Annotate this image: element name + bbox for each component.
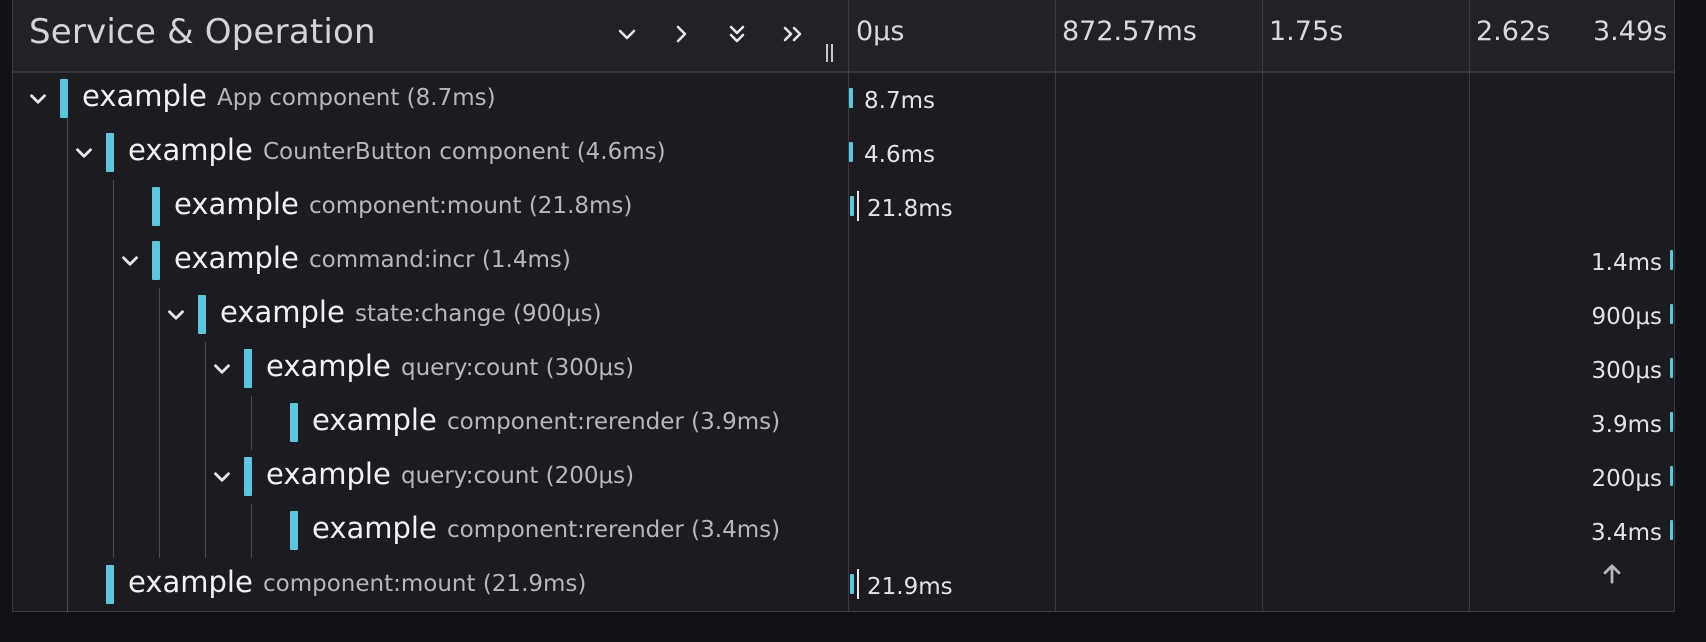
span-bar[interactable] — [1670, 466, 1673, 486]
span-duration: 4.6ms — [864, 142, 935, 168]
span-duration: 21.8ms — [867, 196, 953, 222]
span-duration: 8.7ms — [864, 88, 935, 114]
operation-name: component:rerender (3.9ms) — [447, 409, 781, 435]
trace-panel: Service & Operation 0μs 872.57ms 1.75s 2… — [12, 0, 1675, 612]
operation-name: query:count (200μs) — [401, 463, 635, 489]
operation-name: component:mount (21.9ms) — [263, 571, 587, 597]
double-chevron-right-icon — [783, 26, 802, 42]
service-name: example — [266, 457, 391, 491]
operation-name: App component (8.7ms) — [217, 85, 496, 111]
span-bar[interactable] — [849, 88, 853, 108]
span-row[interactable]: example query:count (200μs) 200μs — [13, 450, 1674, 504]
span-bar[interactable] — [1670, 520, 1673, 540]
tick-label-2: 1.75s — [1269, 16, 1344, 47]
service-name: example — [312, 403, 437, 437]
span-row[interactable]: example component:rerender (3.4ms) 3.4ms — [13, 504, 1674, 558]
span-duration: 300μs — [1591, 358, 1662, 384]
service-color-bar — [60, 79, 68, 118]
tick-label-4: 3.49s — [1593, 16, 1668, 47]
tick-label-1: 872.57ms — [1062, 16, 1197, 47]
span-bar[interactable] — [1670, 412, 1673, 432]
span-row[interactable]: example component:mount (21.8ms) 21.8ms — [13, 180, 1674, 234]
service-name: example — [128, 565, 253, 599]
service-name: example — [174, 187, 299, 221]
trace-header: Service & Operation 0μs 872.57ms 1.75s 2… — [13, 0, 1674, 73]
operation-name: query:count (300μs) — [401, 355, 635, 381]
expand-all-button[interactable] — [773, 14, 813, 54]
tick-label-0: 0μs — [856, 16, 905, 47]
column-resizer[interactable] — [826, 44, 836, 62]
service-color-bar — [198, 295, 206, 334]
span-duration: 1.4ms — [1591, 250, 1662, 276]
span-duration: 200μs — [1591, 466, 1662, 492]
span-bar[interactable] — [1670, 304, 1673, 324]
span-duration: 3.9ms — [1591, 412, 1662, 438]
span-row[interactable]: example component:rerender (3.9ms) 3.9ms — [13, 396, 1674, 450]
span-bar[interactable] — [850, 574, 854, 594]
span-duration: 3.4ms — [1591, 520, 1662, 546]
expand-one-button[interactable] — [661, 14, 701, 54]
chevron-down-icon[interactable] — [163, 302, 189, 328]
service-name: example — [220, 295, 345, 329]
service-name: example — [128, 133, 253, 167]
service-color-bar — [244, 349, 252, 388]
collapse-one-button[interactable] — [607, 14, 647, 54]
span-row[interactable]: example command:incr (1.4ms) 1.4ms — [13, 234, 1674, 288]
span-row[interactable]: example component:mount (21.9ms) 21.9ms — [13, 558, 1674, 612]
service-color-bar — [152, 241, 160, 280]
service-name: example — [266, 349, 391, 383]
chevron-down-icon[interactable] — [25, 86, 51, 112]
service-color-bar — [244, 457, 252, 496]
span-bar[interactable] — [850, 196, 854, 216]
operation-name: CounterButton component (4.6ms) — [263, 139, 666, 165]
operation-name: command:incr (1.4ms) — [309, 247, 571, 273]
span-duration: 900μs — [1591, 304, 1662, 330]
service-color-bar — [106, 133, 114, 172]
operation-name: component:rerender (3.4ms) — [447, 517, 781, 543]
span-row[interactable]: example App component (8.7ms) 8.7ms — [13, 72, 1674, 126]
span-bar[interactable] — [1670, 250, 1673, 270]
chevron-down-icon[interactable] — [209, 356, 235, 382]
span-bar[interactable] — [1670, 358, 1673, 378]
service-color-bar — [106, 565, 114, 604]
service-color-bar — [290, 511, 298, 550]
operation-name: state:change (900μs) — [355, 301, 602, 327]
arrow-up-icon[interactable] — [1598, 560, 1626, 588]
service-color-bar — [152, 187, 160, 226]
operation-name: component:mount (21.8ms) — [309, 193, 633, 219]
span-log-marker — [857, 191, 859, 221]
span-row[interactable]: example query:count (300μs) 300μs — [13, 342, 1674, 396]
chevron-right-icon — [676, 25, 687, 43]
column-title: Service & Operation — [29, 12, 376, 52]
chevron-down-icon[interactable] — [117, 248, 143, 274]
collapse-all-button[interactable] — [717, 14, 757, 54]
span-bar[interactable] — [849, 142, 853, 162]
double-chevron-down-icon — [729, 25, 745, 43]
service-name: example — [174, 241, 299, 275]
span-log-marker — [857, 569, 859, 599]
tick-label-3: 2.62s — [1476, 16, 1551, 47]
span-duration: 21.9ms — [867, 574, 953, 600]
span-row[interactable]: example state:change (900μs) 900μs — [13, 288, 1674, 342]
chevron-down-icon[interactable] — [209, 464, 235, 490]
service-color-bar — [290, 403, 298, 442]
service-name: example — [82, 79, 207, 113]
chevron-down-icon[interactable] — [71, 140, 97, 166]
chevron-down-icon — [618, 29, 636, 40]
service-name: example — [312, 511, 437, 545]
span-row[interactable]: example CounterButton component (4.6ms) … — [13, 126, 1674, 180]
